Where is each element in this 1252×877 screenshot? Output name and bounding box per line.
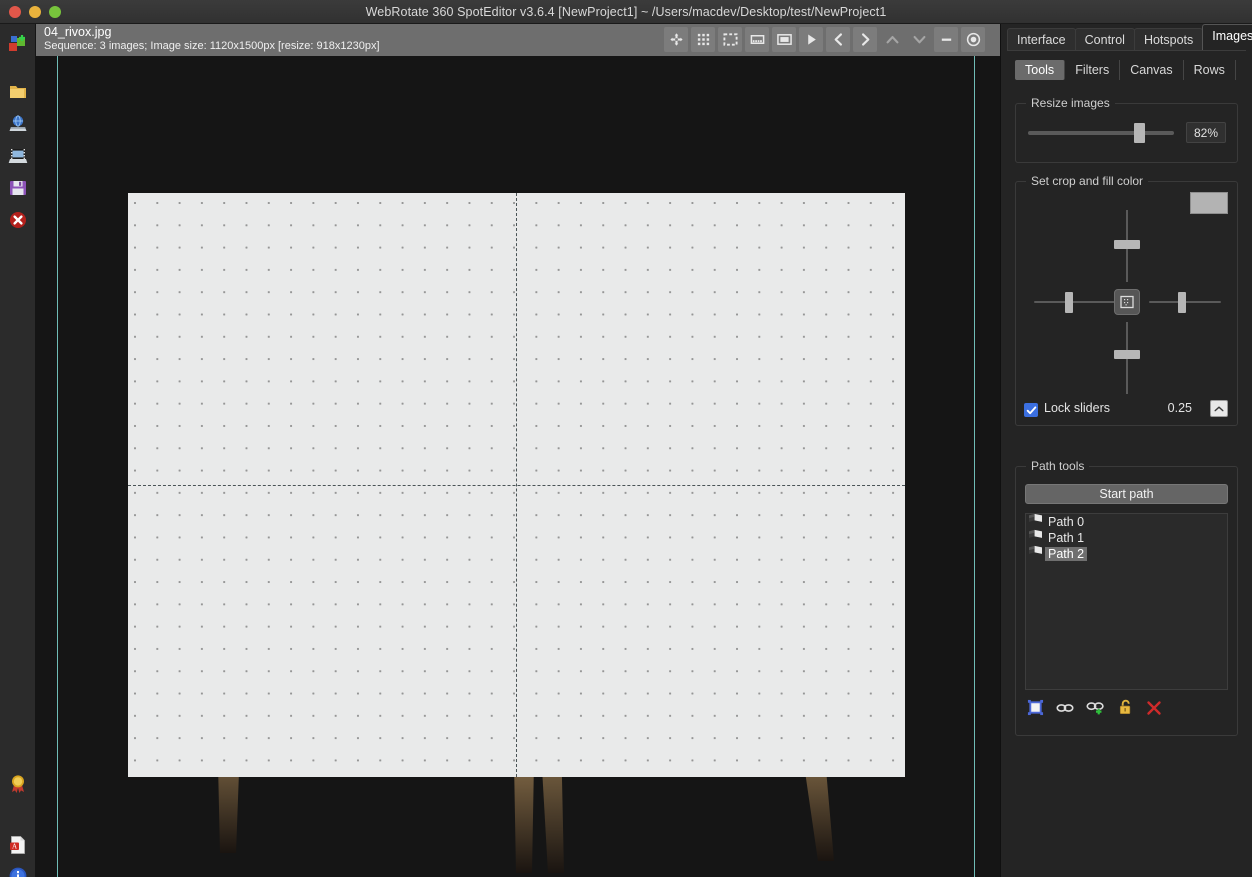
path-action-bar	[1027, 699, 1162, 721]
canvas-toolbar	[664, 27, 985, 52]
checkmark-icon	[1026, 405, 1036, 414]
filmstrip-tool-button[interactable]	[745, 27, 769, 52]
add-link-icon[interactable]	[1086, 700, 1106, 721]
about-info-icon[interactable]	[8, 866, 28, 877]
path-label: Path 0	[1048, 515, 1085, 529]
minus-tool-button[interactable]	[934, 27, 958, 52]
lock-sliders-checkbox[interactable]	[1024, 403, 1038, 417]
tab-control[interactable]: Control	[1074, 28, 1135, 51]
crop-fill-group: Set crop and fill color Lock sliders 0.2…	[1015, 174, 1238, 426]
subtab-filters[interactable]: Filters	[1065, 60, 1121, 80]
pdf-help-icon[interactable]: A	[8, 835, 28, 855]
crop-top-slider-thumb[interactable]	[1114, 240, 1140, 249]
record-tool-button[interactable]	[961, 27, 985, 52]
start-path-button[interactable]: Start path	[1025, 484, 1228, 504]
link-paths-icon[interactable]	[1056, 701, 1074, 720]
title-bar: WebRotate 360 SpotEditor v3.6.4 [NewProj…	[0, 0, 1252, 24]
crop-right-slider-thumb[interactable]	[1178, 292, 1186, 313]
close-project-icon[interactable]	[8, 210, 28, 230]
images-subtabs: Tools Filters Canvas Rows	[1015, 60, 1236, 80]
minimize-window-button[interactable]	[29, 5, 41, 18]
tab-interface[interactable]: Interface	[1007, 28, 1076, 51]
lock-sliders-value: 0.25	[1167, 401, 1192, 415]
save-icon[interactable]	[8, 178, 28, 198]
application-window: WebRotate 360 SpotEditor v3.6.4 [NewProj…	[0, 0, 1252, 877]
crop-fill-label: Set crop and fill color	[1026, 174, 1149, 188]
image-filename: 04_rivox.jpg	[44, 25, 112, 39]
chevron-up-icon	[1214, 406, 1224, 411]
next-image-tool-button[interactable]	[853, 27, 877, 52]
crop-fill-region[interactable]	[128, 193, 905, 777]
select-path-icon[interactable]	[1027, 699, 1044, 721]
path-tools-label: Path tools	[1026, 459, 1090, 473]
unlock-path-icon[interactable]	[1118, 699, 1134, 721]
resize-slider-thumb[interactable]	[1134, 123, 1145, 143]
right-panel: Interface Control Hotspots Images Tools …	[1000, 24, 1252, 877]
resize-images-label: Resize images	[1026, 96, 1115, 110]
grid-tool-button[interactable]	[691, 27, 715, 52]
tab-hotspots[interactable]: Hotspots	[1133, 28, 1204, 51]
svg-text:A: A	[12, 842, 17, 850]
left-guide-line	[57, 56, 58, 877]
path-flag-icon	[1028, 545, 1043, 563]
subtab-tools[interactable]: Tools	[1015, 60, 1066, 80]
path-label: Path 1	[1048, 531, 1085, 545]
publish-web-icon[interactable]	[8, 114, 28, 134]
image-stage[interactable]	[128, 193, 905, 877]
license-icon[interactable]	[8, 774, 28, 794]
fit-screen-tool-button[interactable]	[772, 27, 796, 52]
close-window-button[interactable]	[9, 5, 21, 18]
import-images-icon[interactable]	[8, 146, 28, 166]
resize-value[interactable]: 82%	[1186, 122, 1226, 143]
crop-left-slider-track[interactable]	[1034, 301, 1116, 303]
subtab-rows[interactable]: Rows	[1184, 60, 1236, 80]
window-title: WebRotate 360 SpotEditor v3.6.4 [NewProj…	[365, 4, 887, 19]
new-project-icon[interactable]	[8, 34, 28, 54]
path-list[interactable]: Path 0 Path 1 Path 2	[1025, 513, 1228, 690]
image-sequence-info: Sequence: 3 images; Image size: 1120x150…	[44, 40, 380, 52]
left-toolbar: A	[0, 24, 36, 877]
crop-bottom-slider-thumb[interactable]	[1114, 350, 1140, 359]
path-label: Path 2	[1045, 547, 1088, 561]
row-down-tool-button[interactable]	[907, 27, 931, 52]
move-tool-button[interactable]	[664, 27, 688, 52]
window-controls	[0, 5, 61, 18]
crop-center-button[interactable]	[1114, 289, 1140, 315]
fill-color-swatch[interactable]	[1190, 192, 1228, 214]
crosshair-vertical	[516, 193, 517, 777]
stepper-up-button[interactable]	[1210, 400, 1228, 417]
images-tab-panel: Tools Filters Canvas Rows Resize images …	[1007, 50, 1246, 871]
tab-images[interactable]: Images	[1202, 24, 1252, 51]
row-up-tool-button[interactable]	[880, 27, 904, 52]
image-info-bar: 04_rivox.jpg Sequence: 3 images; Image s…	[36, 24, 1000, 56]
open-folder-icon[interactable]	[8, 82, 28, 102]
lock-sliders-label: Lock sliders	[1044, 401, 1110, 415]
selection-tool-button[interactable]	[718, 27, 742, 52]
crop-left-slider-thumb[interactable]	[1065, 292, 1073, 313]
image-canvas[interactable]	[36, 56, 1000, 877]
right-guide-line	[974, 56, 975, 877]
subtab-canvas[interactable]: Canvas	[1120, 60, 1184, 80]
list-item[interactable]: Path 0	[1026, 514, 1227, 530]
crop-center-icon	[1120, 295, 1134, 309]
prev-image-tool-button[interactable]	[826, 27, 850, 52]
zoom-window-button[interactable]	[49, 5, 61, 18]
list-item[interactable]: Path 2	[1026, 545, 1227, 563]
list-item[interactable]: Path 1	[1026, 529, 1227, 546]
resize-images-group: Resize images 82%	[1015, 96, 1238, 163]
play-tool-button[interactable]	[799, 27, 823, 52]
path-tools-group: Path tools Start path Path 0 Path 1 Path…	[1015, 459, 1238, 736]
resize-slider-track[interactable]	[1028, 131, 1174, 135]
panel-tabs: Interface Control Hotspots Images	[1007, 24, 1252, 51]
delete-path-icon[interactable]	[1146, 700, 1162, 721]
